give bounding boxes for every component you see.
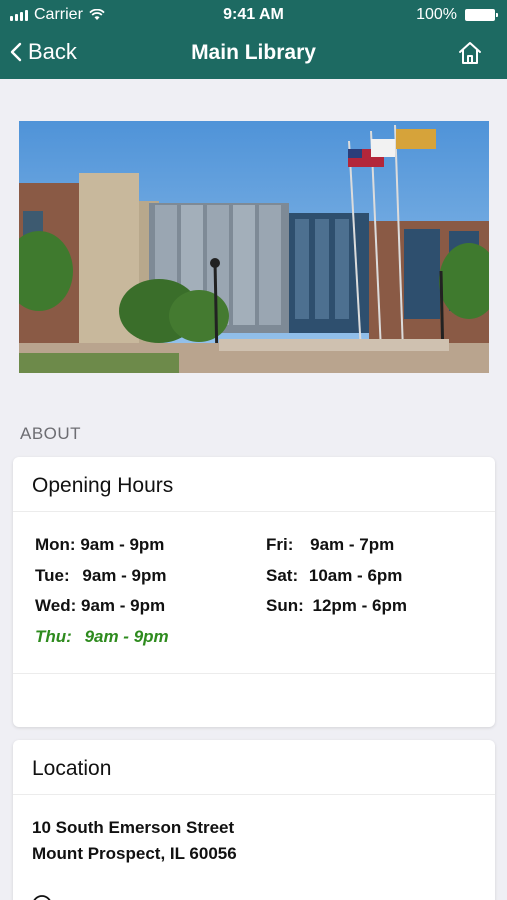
hours-value: 9am - 9pm: [84, 627, 169, 646]
hours-value: 10am - 6pm: [308, 566, 403, 585]
divider: [13, 794, 495, 795]
address-line-2: Mount Prospect, IL 60056: [32, 844, 237, 863]
divider: [13, 511, 495, 512]
hours-value: 9am - 9pm: [80, 535, 165, 554]
day-label: Sat:: [266, 566, 299, 585]
location-card: Location 10 South Emerson Street Mount P…: [13, 740, 495, 900]
hours-row-thu-today: Thu: 9am - 9pm: [35, 627, 169, 649]
status-bar: Carrier 9:41 AM 100%: [0, 0, 507, 30]
opening-hours-card: Opening Hours Mon: 9am - 9pm Tue: 9am - …: [13, 457, 495, 727]
hours-row-tue: Tue: 9am - 9pm: [35, 566, 166, 588]
day-label: Thu:: [35, 627, 72, 646]
day-label: Fri:: [266, 535, 294, 554]
hours-row-fri: Fri: 9am - 7pm: [266, 535, 394, 557]
day-label: Wed:: [35, 596, 77, 615]
address[interactable]: 10 South Emerson Street Mount Prospect, …: [32, 815, 237, 867]
status-right: 100%: [416, 6, 498, 24]
app-header: Carrier 9:41 AM 100% Back Main Library: [0, 0, 507, 79]
nav-bar: Back Main Library: [0, 30, 507, 79]
battery-percent: 100%: [416, 6, 457, 23]
hours-row-wed: Wed: 9am - 9pm: [35, 596, 165, 618]
globe-icon[interactable]: [31, 894, 53, 900]
card-title-hours: Opening Hours: [32, 474, 174, 497]
day-label: Mon:: [35, 535, 76, 554]
hours-value: 9am - 9pm: [82, 566, 167, 585]
day-label: Tue:: [35, 566, 70, 585]
hours-value: 9am - 9pm: [80, 596, 166, 615]
hours-row-mon: Mon: 9am - 9pm: [35, 535, 164, 557]
divider: [13, 673, 495, 674]
home-icon[interactable]: [457, 40, 483, 66]
page-title: Main Library: [191, 41, 316, 64]
library-photo: [19, 121, 489, 373]
address-line-1: 10 South Emerson Street: [32, 818, 235, 837]
section-label-about: ABOUT: [20, 424, 82, 443]
day-label: Sun:: [266, 596, 304, 615]
battery-icon: [465, 9, 498, 21]
hours-row-sun: Sun: 12pm - 6pm: [266, 596, 407, 618]
card-title-location: Location: [32, 757, 112, 780]
hours-value: 12pm - 6pm: [312, 596, 407, 615]
hours-value: 9am - 7pm: [310, 535, 395, 554]
hours-row-sat: Sat: 10am - 6pm: [266, 566, 402, 588]
